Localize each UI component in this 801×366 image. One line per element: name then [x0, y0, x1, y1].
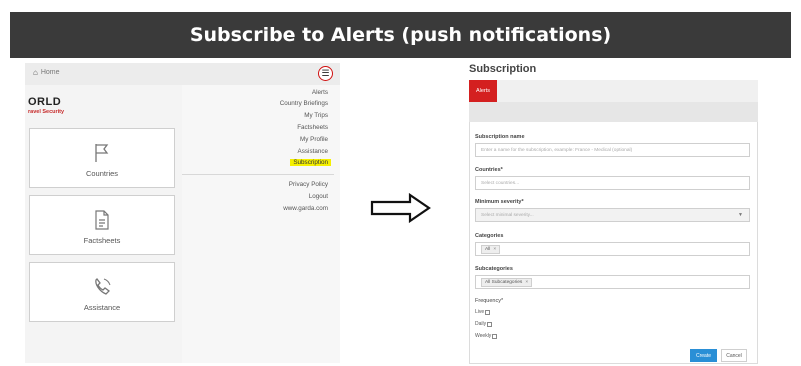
menu-divider	[182, 174, 334, 175]
tile-factsheets[interactable]: Factsheets	[29, 195, 175, 255]
flag-icon	[30, 142, 174, 169]
tile-label: Assistance	[83, 303, 121, 312]
checkbox[interactable]	[487, 321, 493, 327]
mobile-screenshot: ⌂ Home ☰ ORLD ravel Security Countries F…	[25, 63, 340, 363]
menu-item-alerts[interactable]: Alerts	[312, 89, 328, 96]
subcategories-label: Subcategories	[475, 266, 513, 272]
tab-strip: Alerts	[469, 80, 758, 122]
home-icon: ⌂	[33, 68, 38, 77]
frequency-option-daily[interactable]: Daily	[475, 321, 493, 327]
tile-label: Countries	[85, 169, 119, 178]
frequency-option-weekly[interactable]: Weekly	[475, 333, 498, 339]
countries-label: Countries*	[475, 167, 503, 173]
subscription-name-label: Subscription name	[475, 134, 525, 140]
logo-sub-text: ravel Security	[28, 109, 65, 115]
menu-item-privacy-policy[interactable]: Privacy Policy	[289, 181, 328, 188]
frequency-option-label: Live	[475, 309, 485, 315]
tab-alerts[interactable]: Alerts	[469, 80, 497, 102]
categories-input[interactable]: All ×	[475, 242, 750, 256]
menu-item-subscription[interactable]: Subscription	[290, 159, 331, 166]
menu-item-website[interactable]: www.garda.com	[283, 205, 328, 212]
logo-main-text: ORLD	[28, 96, 62, 108]
banner-title: Subscribe to Alerts (push notifications)	[10, 12, 791, 58]
menu-item-assistance[interactable]: Assistance	[298, 148, 328, 155]
menu-item-factsheets[interactable]: Factsheets	[297, 124, 328, 131]
tile-countries[interactable]: Countries	[29, 128, 175, 188]
tab-subbar	[469, 102, 758, 122]
menu-item-logout[interactable]: Logout	[309, 193, 328, 200]
chip-label: All Subcategories	[485, 279, 523, 285]
close-icon[interactable]: ×	[493, 247, 496, 252]
hamburger-menu-button[interactable]: ☰	[318, 66, 333, 81]
right-arrow-icon	[370, 192, 432, 228]
close-icon[interactable]: ×	[525, 280, 528, 285]
frequency-label: Frequency*	[475, 298, 504, 304]
form-title: Subscription	[469, 63, 537, 75]
severity-placeholder: Select minimal severity...	[481, 212, 534, 218]
frequency-option-label: Daily	[475, 321, 487, 327]
home-label: Home	[40, 69, 60, 76]
form-body: Subscription name Enter a name for the s…	[469, 122, 758, 364]
mobile-topbar: ⌂ Home ☰	[25, 63, 340, 85]
subscription-form: Alerts Subscription name Enter a name fo…	[469, 80, 758, 364]
tile-assistance[interactable]: Assistance	[29, 262, 175, 322]
severity-label: Minimum severity*	[475, 199, 524, 205]
frequency-option-label: Weekly	[475, 333, 492, 339]
tile-label: Factsheets	[83, 236, 121, 245]
home-link[interactable]: ⌂ Home	[33, 68, 60, 77]
category-chip[interactable]: All ×	[481, 244, 501, 254]
subcategories-input[interactable]: All Subcategories ×	[475, 275, 750, 289]
cancel-button[interactable]: Cancel	[721, 349, 747, 362]
create-button[interactable]: Create	[690, 349, 717, 362]
chip-label: All	[485, 246, 491, 252]
phone-icon	[30, 276, 174, 303]
severity-select[interactable]: Select minimal severity... ▼	[475, 208, 750, 222]
menu-item-country-briefings[interactable]: Country Briefings	[280, 100, 328, 107]
countries-input[interactable]: Select countries...	[475, 176, 750, 190]
checkbox[interactable]	[485, 309, 491, 315]
document-icon	[30, 209, 174, 236]
menu-item-my-trips[interactable]: My Trips	[304, 112, 328, 119]
subscription-name-input[interactable]: Enter a name for the subscription, examp…	[475, 143, 750, 157]
menu-item-my-profile[interactable]: My Profile	[300, 136, 328, 143]
side-menu: Alerts Country Briefings My Trips Factsh…	[182, 85, 340, 363]
categories-label: Categories	[475, 233, 504, 239]
checkbox[interactable]	[492, 333, 498, 339]
hamburger-menu-icon: ☰	[321, 68, 330, 78]
frequency-option-live[interactable]: Live	[475, 309, 491, 315]
chevron-down-icon: ▼	[738, 212, 743, 218]
subcategory-chip[interactable]: All Subcategories ×	[481, 277, 533, 287]
app-logo: ORLD ravel Security	[28, 96, 64, 115]
